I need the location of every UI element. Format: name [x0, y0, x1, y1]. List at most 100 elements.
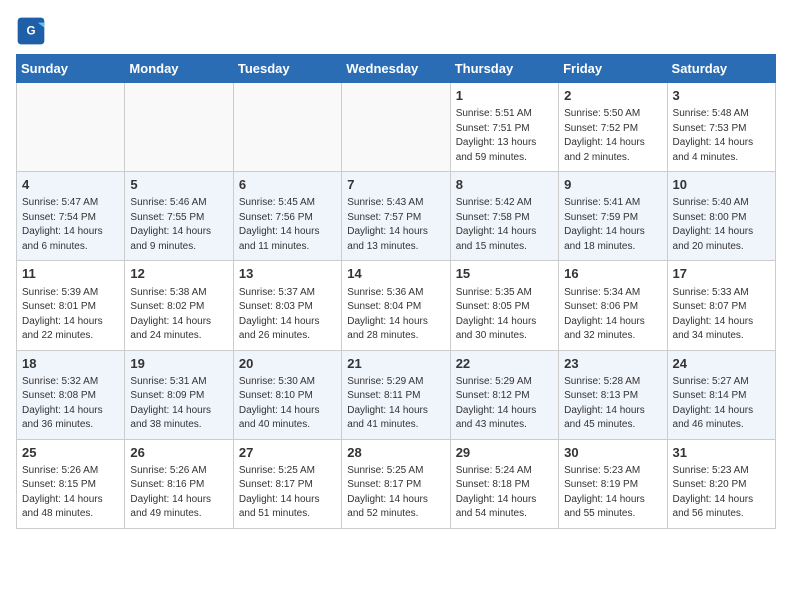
calendar-cell: 14 Sunrise: 5:36 AMSunset: 8:04 PMDayligh… [342, 261, 450, 350]
day-number: 22 [456, 355, 553, 373]
day-info: Sunrise: 5:46 AMSunset: 7:55 PMDaylight:… [130, 196, 227, 254]
day-info: Sunrise: 5:42 AMSunset: 7:58 PMDaylight:… [456, 196, 553, 254]
calendar-week-row: 18 Sunrise: 5:32 AMSunset: 8:08 PMDayligh… [17, 350, 776, 439]
day-number: 3 [673, 87, 770, 105]
day-number: 26 [130, 444, 227, 462]
day-info: Sunrise: 5:35 AMSunset: 8:05 PMDaylight:… [456, 286, 553, 344]
day-info: Sunrise: 5:43 AMSunset: 7:57 PMDaylight:… [347, 196, 444, 254]
calendar-cell: 7 Sunrise: 5:43 AMSunset: 7:57 PMDaylight… [342, 172, 450, 261]
col-header-saturday: Saturday [667, 55, 775, 83]
col-header-wednesday: Wednesday [342, 55, 450, 83]
calendar-cell: 8 Sunrise: 5:42 AMSunset: 7:58 PMDaylight… [450, 172, 558, 261]
day-info: Sunrise: 5:36 AMSunset: 8:04 PMDaylight:… [347, 286, 444, 344]
day-number: 25 [22, 444, 119, 462]
calendar-cell: 17Sunrise: 5:33 AMSunset: 8:07 PMDayligh… [667, 261, 775, 350]
day-number: 4 [22, 176, 119, 194]
calendar-cell: 12 Sunrise: 5:38 AMSunset: 8:02 PMDayligh… [125, 261, 233, 350]
svg-text:G: G [26, 24, 35, 37]
day-number: 23 [564, 355, 661, 373]
day-number: 29 [456, 444, 553, 462]
day-number: 8 [456, 176, 553, 194]
day-info: Sunrise: 5:26 AMSunset: 8:16 PMDaylight:… [130, 464, 227, 522]
calendar-cell: 31 Sunrise: 5:23 AMSunset: 8:20 PMDayligh… [667, 439, 775, 528]
calendar-cell: 2 Sunrise: 5:50 AMSunset: 7:52 PMDaylight… [559, 83, 667, 172]
day-number: 14 [347, 265, 444, 283]
day-number: 27 [239, 444, 336, 462]
calendar-table: SundayMondayTuesdayWednesdayThursdayFrid… [16, 54, 776, 529]
calendar-cell: 6 Sunrise: 5:45 AMSunset: 7:56 PMDaylight… [233, 172, 341, 261]
day-number: 12 [130, 265, 227, 283]
day-number: 13 [239, 265, 336, 283]
day-number: 7 [347, 176, 444, 194]
day-number: 31 [673, 444, 770, 462]
calendar-cell: 21Sunrise: 5:29 AMSunset: 8:11 PMDayligh… [342, 350, 450, 439]
calendar-cell: 29Sunrise: 5:24 AMSunset: 8:18 PMDayligh… [450, 439, 558, 528]
calendar-cell: 18 Sunrise: 5:32 AMSunset: 8:08 PMDayligh… [17, 350, 125, 439]
calendar-cell: 19Sunrise: 5:31 AMSunset: 8:09 PMDayligh… [125, 350, 233, 439]
day-info: Sunrise: 5:45 AMSunset: 7:56 PMDaylight:… [239, 196, 336, 254]
day-number: 18 [22, 355, 119, 373]
day-info: Sunrise: 5:30 AMSunset: 8:10 PMDaylight:… [239, 375, 336, 433]
calendar-cell: 28 Sunrise: 5:25 AMSunset: 8:17 PMDayligh… [342, 439, 450, 528]
calendar-header-row: SundayMondayTuesdayWednesdayThursdayFrid… [17, 55, 776, 83]
day-number: 20 [239, 355, 336, 373]
day-number: 16 [564, 265, 661, 283]
calendar-cell: 10Sunrise: 5:40 AMSunset: 8:00 PMDayligh… [667, 172, 775, 261]
day-info: Sunrise: 5:32 AMSunset: 8:08 PMDaylight:… [22, 375, 119, 433]
day-info: Sunrise: 5:33 AMSunset: 8:07 PMDaylight:… [673, 286, 770, 344]
calendar-week-row: 25 Sunrise: 5:26 AMSunset: 8:15 PMDayligh… [17, 439, 776, 528]
calendar-cell: 5 Sunrise: 5:46 AMSunset: 7:55 PMDaylight… [125, 172, 233, 261]
day-number: 2 [564, 87, 661, 105]
day-info: Sunrise: 5:26 AMSunset: 8:15 PMDaylight:… [22, 464, 119, 522]
calendar-week-row: 1 Sunrise: 5:51 AMSunset: 7:51 PMDaylight… [17, 83, 776, 172]
calendar-cell: 23 Sunrise: 5:28 AMSunset: 8:13 PMDayligh… [559, 350, 667, 439]
day-number: 30 [564, 444, 661, 462]
day-number: 15 [456, 265, 553, 283]
day-info: Sunrise: 5:28 AMSunset: 8:13 PMDaylight:… [564, 375, 661, 433]
calendar-cell: 1 Sunrise: 5:51 AMSunset: 7:51 PMDaylight… [450, 83, 558, 172]
page-header: G [16, 16, 776, 46]
calendar-week-row: 4 Sunrise: 5:47 AMSunset: 7:54 PMDaylight… [17, 172, 776, 261]
logo-icon: G [16, 16, 46, 46]
day-info: Sunrise: 5:23 AMSunset: 8:19 PMDaylight:… [564, 464, 661, 522]
day-info: Sunrise: 5:51 AMSunset: 7:51 PMDaylight:… [456, 107, 553, 165]
calendar-cell: 15 Sunrise: 5:35 AMSunset: 8:05 PMDayligh… [450, 261, 558, 350]
col-header-friday: Friday [559, 55, 667, 83]
calendar-cell [17, 83, 125, 172]
day-info: Sunrise: 5:41 AMSunset: 7:59 PMDaylight:… [564, 196, 661, 254]
day-info: Sunrise: 5:39 AMSunset: 8:01 PMDaylight:… [22, 286, 119, 344]
logo: G [16, 16, 50, 46]
day-info: Sunrise: 5:31 AMSunset: 8:09 PMDaylight:… [130, 375, 227, 433]
day-info: Sunrise: 5:47 AMSunset: 7:54 PMDaylight:… [22, 196, 119, 254]
day-number: 11 [22, 265, 119, 283]
day-info: Sunrise: 5:25 AMSunset: 8:17 PMDaylight:… [347, 464, 444, 522]
day-info: Sunrise: 5:50 AMSunset: 7:52 PMDaylight:… [564, 107, 661, 165]
day-number: 24 [673, 355, 770, 373]
calendar-cell [233, 83, 341, 172]
calendar-cell: 20 Sunrise: 5:30 AMSunset: 8:10 PMDayligh… [233, 350, 341, 439]
col-header-monday: Monday [125, 55, 233, 83]
calendar-cell: 4 Sunrise: 5:47 AMSunset: 7:54 PMDaylight… [17, 172, 125, 261]
col-header-tuesday: Tuesday [233, 55, 341, 83]
day-number: 5 [130, 176, 227, 194]
day-info: Sunrise: 5:38 AMSunset: 8:02 PMDaylight:… [130, 286, 227, 344]
day-info: Sunrise: 5:29 AMSunset: 8:11 PMDaylight:… [347, 375, 444, 433]
calendar-cell: 22 Sunrise: 5:29 AMSunset: 8:12 PMDayligh… [450, 350, 558, 439]
day-number: 9 [564, 176, 661, 194]
day-number: 28 [347, 444, 444, 462]
calendar-cell: 13 Sunrise: 5:37 AMSunset: 8:03 PMDayligh… [233, 261, 341, 350]
day-number: 6 [239, 176, 336, 194]
calendar-cell: 26 Sunrise: 5:26 AMSunset: 8:16 PMDayligh… [125, 439, 233, 528]
day-number: 10 [673, 176, 770, 194]
calendar-cell: 9 Sunrise: 5:41 AMSunset: 7:59 PMDaylight… [559, 172, 667, 261]
calendar-week-row: 11 Sunrise: 5:39 AMSunset: 8:01 PMDayligh… [17, 261, 776, 350]
day-info: Sunrise: 5:37 AMSunset: 8:03 PMDaylight:… [239, 286, 336, 344]
col-header-sunday: Sunday [17, 55, 125, 83]
day-info: Sunrise: 5:29 AMSunset: 8:12 PMDaylight:… [456, 375, 553, 433]
calendar-cell: 11 Sunrise: 5:39 AMSunset: 8:01 PMDayligh… [17, 261, 125, 350]
day-info: Sunrise: 5:23 AMSunset: 8:20 PMDaylight:… [673, 464, 770, 522]
day-number: 1 [456, 87, 553, 105]
calendar-cell [342, 83, 450, 172]
calendar-cell: 25 Sunrise: 5:26 AMSunset: 8:15 PMDayligh… [17, 439, 125, 528]
calendar-cell: 24Sunrise: 5:27 AMSunset: 8:14 PMDayligh… [667, 350, 775, 439]
